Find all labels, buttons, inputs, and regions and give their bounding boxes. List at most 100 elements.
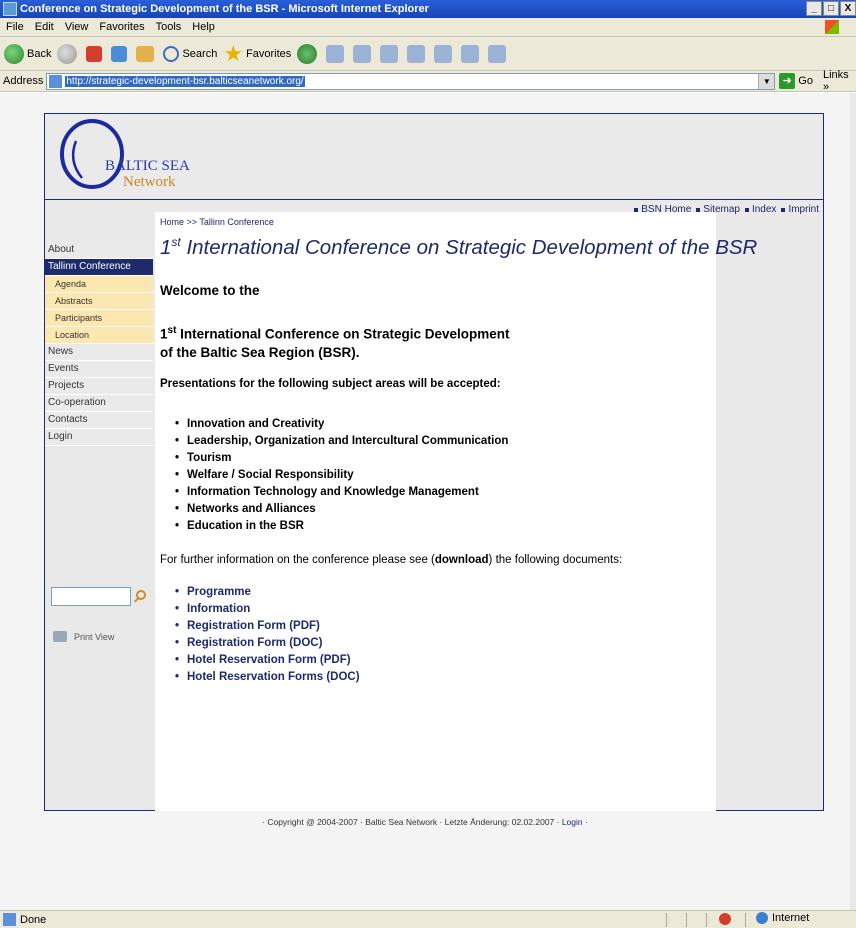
back-arrow-icon [4,43,24,64]
address-dropdown-icon[interactable]: ▼ [758,73,775,89]
links-toolbar[interactable]: Links » [823,69,856,93]
mail-button[interactable] [326,44,347,63]
window-title-bar[interactable]: Conference on Strategic Development of t… [0,0,856,18]
web-page: BALTIC SEA Network BSN Home Sitemap Inde… [0,93,850,910]
maximize-button[interactable]: □ [823,1,839,16]
bullet-square-icon [781,207,786,212]
vertical-scrollbar[interactable] [850,93,856,910]
discuss-icon [434,44,453,63]
print-view-link[interactable]: Print View [53,631,114,642]
toolbar: Back Search ★ Favorites [0,37,856,71]
home-button[interactable] [136,45,157,62]
status-done: Done [0,913,46,926]
document-link-programme[interactable]: Programme [175,584,360,601]
messenger-icon [488,44,507,63]
menu-tools[interactable]: Tools [156,21,182,33]
page-icon [3,913,16,926]
sidebar-item-agenda[interactable]: Agenda [45,276,153,293]
logo-text-network: Network [123,174,176,190]
sidebar-item-co-operation[interactable]: Co-operation [45,395,153,412]
zone-label: Internet [772,912,810,924]
bullet-square-icon [744,207,749,212]
stop-button[interactable] [86,45,105,62]
menu-file[interactable]: File [6,21,24,33]
refresh-icon [111,45,128,62]
security-icon [719,913,731,925]
edit-button[interactable] [380,44,401,63]
address-url: http://strategic-development-bsr.baltics… [65,75,305,87]
breadcrumb[interactable]: Home >> Tallinn Conference [160,217,274,227]
menu-help[interactable]: Help [192,21,215,33]
logo-text-baltic-sea: BALTIC SEA [105,158,190,174]
topnav-label: Index [751,204,777,215]
ie-icon [3,2,17,16]
page-icon [49,74,63,88]
search-button[interactable]: Search [163,45,217,62]
conf-line1: International Conference on Strategic De… [176,326,510,342]
document-link-hotel-pdf[interactable]: Hotel Reservation Form (PDF) [175,652,360,669]
subject-list: Innovation and Creativity Leadership, Or… [175,416,508,535]
search-icon[interactable] [136,590,146,600]
document-link-registration-pdf[interactable]: Registration Form (PDF) [175,618,360,635]
menu-edit[interactable]: Edit [35,21,54,33]
history-icon [297,43,318,64]
discuss-button[interactable] [434,44,455,63]
site-search-input[interactable] [51,587,131,606]
magnifier-icon [163,45,180,62]
favorites-button[interactable]: ★ Favorites [223,41,291,67]
further-pre: For further information on the conferenc… [160,554,435,566]
conf-num: 1 [160,326,168,342]
list-item: Information Technology and Knowledge Man… [175,484,508,501]
print-button[interactable] [353,44,374,63]
address-input[interactable]: http://strategic-development-bsr.baltics… [46,72,776,90]
folder-button[interactable] [407,44,428,63]
security-zone: Internet [756,912,809,924]
document-link-registration-doc[interactable]: Registration Form (DOC) [175,635,360,652]
go-arrow-icon: ➜ [779,73,796,89]
further-info-text: For further information on the conferenc… [160,554,622,566]
footer-login-link[interactable]: Login [562,817,583,827]
browser-viewport: BALTIC SEA Network BSN Home Sitemap Inde… [0,93,850,910]
document-link-hotel-doc[interactable]: Hotel Reservation Forms (DOC) [175,669,360,686]
sidebar-item-abstracts[interactable]: Abstracts [45,293,153,310]
word-icon [380,44,399,63]
footer-tail: · [582,817,588,827]
forward-button[interactable] [57,43,80,64]
topnav-imprint[interactable]: Imprint [781,204,819,215]
status-divider [666,913,667,927]
document-link-information[interactable]: Information [175,601,360,618]
document-list: Programme Information Registration Form … [175,584,360,686]
sidebar-item-projects[interactable]: Projects [45,378,153,395]
folder-icon [407,44,426,63]
sidebar-item-location[interactable]: Location [45,327,153,344]
refresh-button[interactable] [111,45,130,62]
research-button[interactable] [461,44,482,63]
menu-favorites[interactable]: Favorites [99,21,144,33]
research-icon [461,44,480,63]
sidebar-item-tallinn-conference[interactable]: Tallinn Conference [45,259,153,276]
messenger-button[interactable] [488,44,509,63]
sidebar-item-about[interactable]: About [45,242,153,259]
menu-view[interactable]: View [65,21,89,33]
print-view-label: Print View [74,631,115,642]
bullet-square-icon [634,207,639,212]
conference-title: 1st International Conference on Strategi… [160,322,510,362]
minimize-button[interactable]: _ [806,1,822,16]
go-label: Go [798,75,813,87]
go-button[interactable]: ➜ Go [779,73,813,89]
close-button[interactable]: X [840,1,856,16]
status-divider [686,913,687,927]
sidebar-item-participants[interactable]: Participants [45,310,153,327]
address-bar: Address http://strategic-development-bsr… [0,69,856,93]
globe-icon [756,912,768,924]
subject-intro: Presentations for the following subject … [160,378,501,390]
site-frame: BALTIC SEA Network BSN Home Sitemap Inde… [44,113,824,811]
sidebar-item-login[interactable]: Login [45,429,153,446]
sidebar-item-news[interactable]: News [45,344,153,361]
sidebar-item-events[interactable]: Events [45,361,153,378]
topnav-index[interactable]: Index [744,204,777,215]
history-button[interactable] [297,43,320,64]
bullet-square-icon [696,207,701,212]
sidebar-item-contacts[interactable]: Contacts [45,412,153,429]
back-button[interactable]: Back [4,43,51,64]
